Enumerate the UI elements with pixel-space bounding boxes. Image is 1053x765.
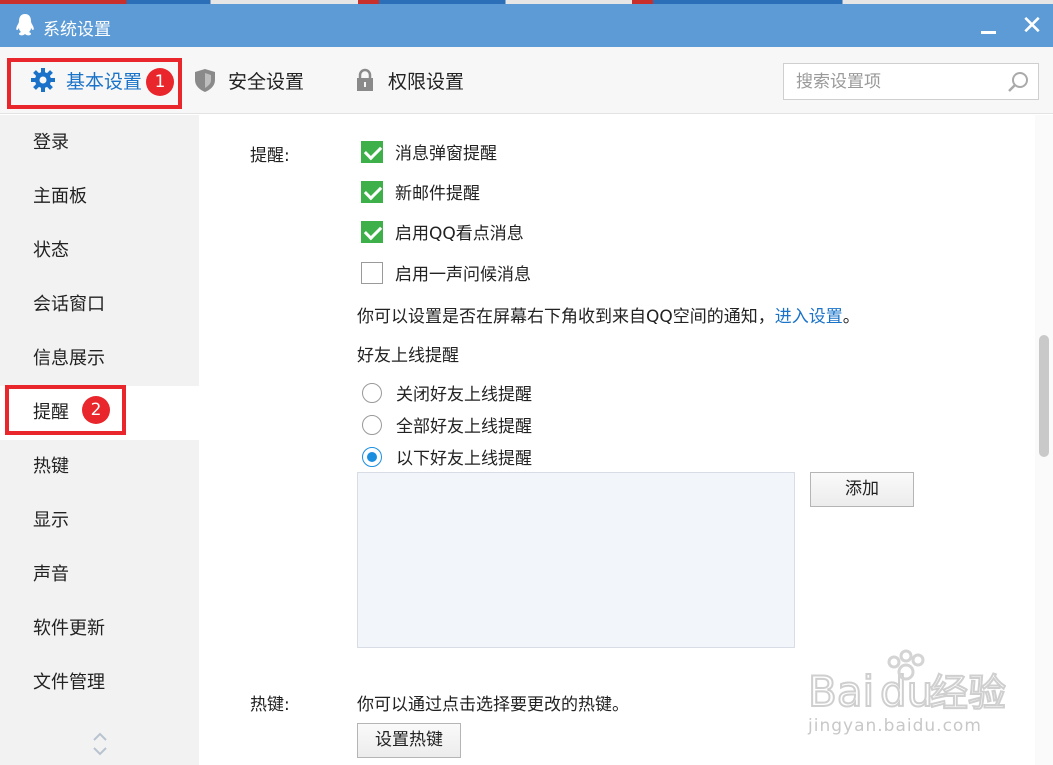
friend-online-title: 好友上线提醒 — [357, 346, 459, 366]
svg-text:Bai: Bai — [808, 667, 874, 716]
tab-security-settings-label: 安全设置 — [228, 70, 305, 93]
radio-selected-icon[interactable] — [362, 446, 382, 467]
checkbox-qq-kandian[interactable]: 启用QQ看点消息 — [361, 219, 524, 244]
checkbox-greeting[interactable]: 启用一声问候消息 — [361, 260, 531, 285]
svg-text:du: du — [880, 667, 933, 716]
radio-label: 关闭好友上线提醒 — [396, 385, 532, 405]
radio-unselected-icon[interactable] — [362, 382, 382, 403]
tab-permission-settings-label: 权限设置 — [388, 70, 465, 93]
sidebar-item-software-update[interactable]: 软件更新 — [0, 602, 199, 656]
checkbox-label: 启用QQ看点消息 — [395, 224, 524, 244]
sidebar-item-hotkey[interactable]: 热键 — [0, 440, 199, 494]
shield-icon — [195, 69, 215, 92]
checkbox-label: 新邮件提醒 — [395, 184, 480, 204]
set-hotkey-button[interactable]: 设置热键 — [357, 723, 461, 758]
sidebar-item-login[interactable]: 登录 — [0, 116, 199, 170]
sidebar-item-chat-window[interactable]: 会话窗口 — [0, 278, 199, 332]
scrollbar-thumb[interactable] — [1039, 335, 1049, 457]
radio-label: 以下好友上线提醒 — [396, 449, 532, 469]
content-scrollbar[interactable] — [1035, 115, 1053, 765]
sidebar-item-info-display[interactable]: 信息展示 — [0, 332, 199, 386]
sidebar-item-main-panel[interactable]: 主面板 — [0, 170, 199, 224]
window-title: 系统设置 — [43, 20, 111, 40]
hotkey-description: 你可以通过点击选择要更改的热键。 — [357, 695, 629, 715]
radio-all-friends-online[interactable]: 全部好友上线提醒 — [362, 412, 532, 437]
qq-penguin-icon — [16, 14, 34, 36]
svg-text:经验: 经验 — [930, 671, 1006, 715]
search-input[interactable] — [784, 64, 994, 99]
tab-security-settings[interactable]: 安全设置 — [192, 63, 304, 97]
settings-sidebar: 登录 主面板 状态 会话窗口 信息展示 提醒 热键 显示 声音 软件更新 文件管… — [0, 115, 199, 765]
radio-following-friends-online[interactable]: 以下好友上线提醒 — [362, 444, 532, 469]
qzone-notice: 你可以设置是否在屏幕右下角收到来自QQ空间的通知， 进入设置 。 — [357, 302, 860, 327]
checkbox-checked-icon[interactable] — [361, 180, 383, 203]
radio-close-friend-online[interactable]: 关闭好友上线提醒 — [362, 380, 532, 405]
checkbox-label: 启用一声问候消息 — [395, 265, 531, 285]
tab-permission-settings[interactable]: 权限设置 — [352, 63, 464, 97]
checkbox-checked-icon[interactable] — [361, 140, 383, 163]
annotation-badge-1: 1 — [146, 68, 174, 96]
close-button[interactable]: ✕ — [1016, 8, 1048, 44]
annotation-badge-2: 2 — [82, 396, 110, 424]
qzone-notice-text: 你可以设置是否在屏幕右下角收到来自QQ空间的通知， — [357, 307, 775, 327]
sidebar-item-status[interactable]: 状态 — [0, 224, 199, 278]
add-friend-button[interactable]: 添加 — [810, 472, 914, 507]
qzone-notice-end: 。 — [842, 307, 860, 327]
radio-label: 全部好友上线提醒 — [396, 417, 532, 437]
search-icon[interactable] — [1006, 70, 1030, 94]
checkbox-message-popup[interactable]: 消息弹窗提醒 — [361, 139, 497, 164]
enter-settings-link[interactable]: 进入设置 — [775, 302, 843, 327]
sidebar-item-sound[interactable]: 声音 — [0, 548, 199, 602]
sidebar-scroll-arrows-icon[interactable] — [88, 726, 112, 762]
minimize-button[interactable] — [972, 8, 1004, 44]
friend-list-box[interactable] — [357, 472, 795, 648]
lock-icon — [357, 68, 373, 91]
search-settings — [783, 63, 1039, 100]
checkbox-new-mail[interactable]: 新邮件提醒 — [361, 179, 480, 204]
title-bar: 系统设置 ✕ — [0, 4, 1053, 47]
watermark-text: jingyan.baidu.com — [808, 716, 982, 736]
reminder-section-label: 提醒: — [250, 146, 290, 166]
checkbox-label: 消息弹窗提醒 — [395, 144, 497, 164]
checkbox-checked-icon[interactable] — [361, 220, 383, 243]
sidebar-item-file-management[interactable]: 文件管理 — [0, 656, 199, 710]
checkbox-unchecked-icon[interactable] — [361, 261, 383, 284]
radio-unselected-icon[interactable] — [362, 414, 382, 435]
hotkey-section-label: 热键: — [250, 695, 290, 715]
sidebar-item-display[interactable]: 显示 — [0, 494, 199, 548]
